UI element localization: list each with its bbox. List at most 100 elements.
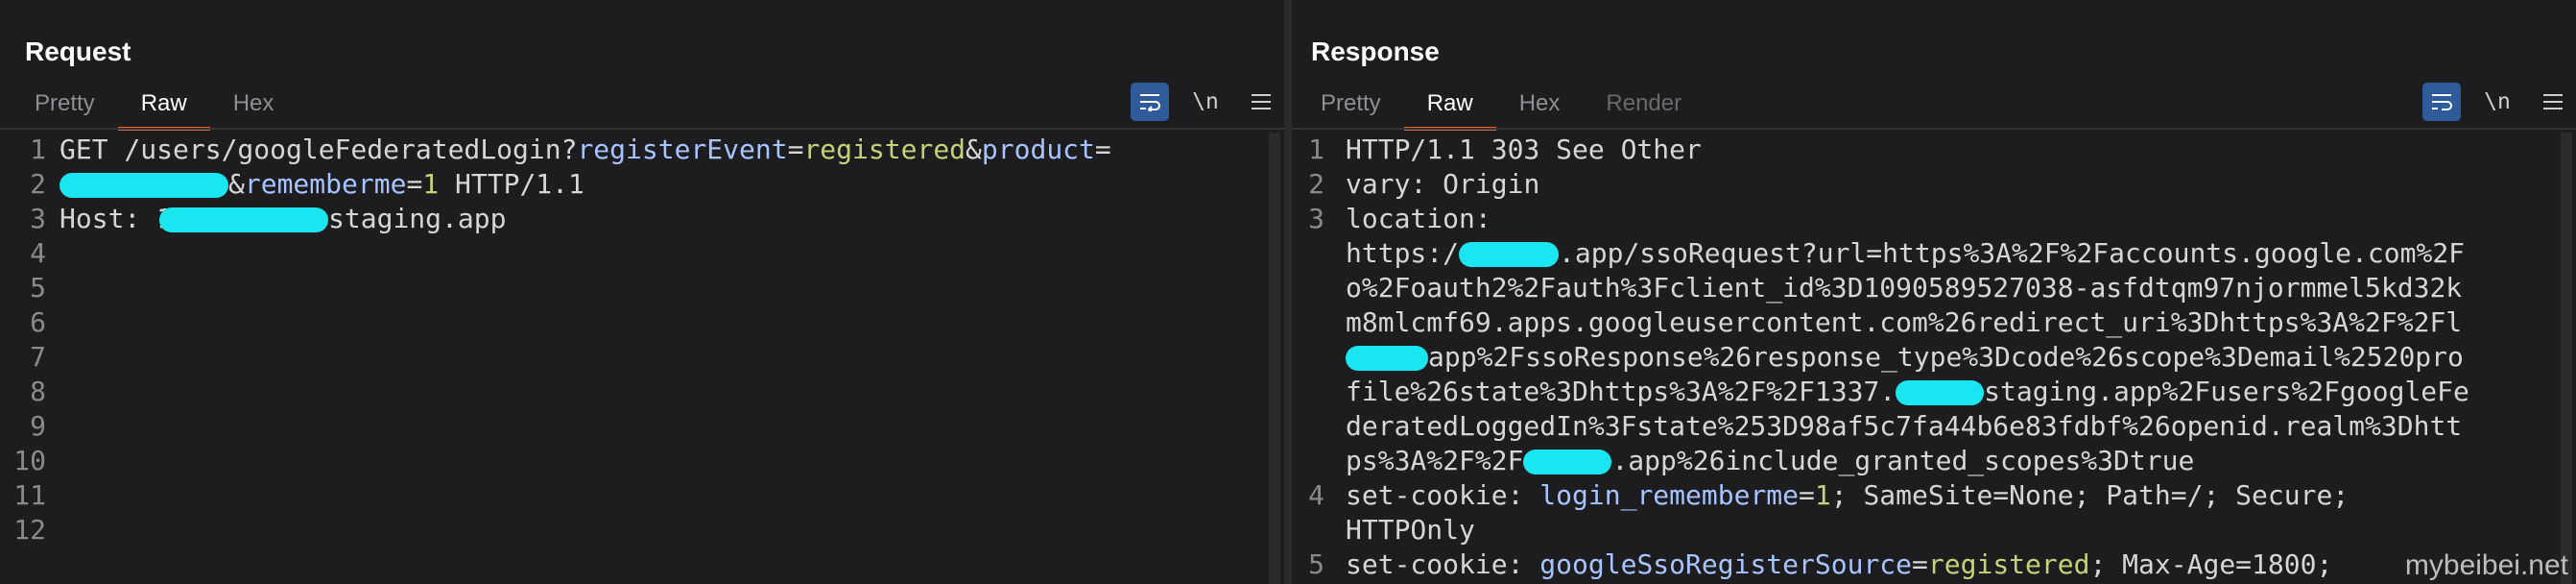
header-name: set-cookie	[1346, 479, 1508, 511]
cookie-value: 1	[1814, 479, 1831, 511]
redaction-mark	[1459, 242, 1560, 267]
wrap-lines-icon[interactable]	[2422, 83, 2461, 121]
location-value-line: o%2Foauth2%2Fauth%3Fclient_id%3D10905895…	[1346, 272, 2463, 304]
equals: =	[787, 134, 804, 165]
equals: =	[1799, 479, 1815, 511]
ampersand: &	[966, 134, 982, 165]
line-number: 3	[1308, 203, 1324, 234]
request-toolbar: \n	[1113, 83, 1280, 121]
url-fragment: https:/	[1346, 237, 1460, 269]
redaction-mark	[1896, 380, 1985, 405]
line-number: 5	[30, 272, 46, 304]
tab-hex[interactable]: Hex	[1496, 83, 1584, 127]
url-fragment: staging.app%2Fusers%2FgoogleFe	[1984, 376, 2469, 407]
wrap-lines-icon[interactable]	[1131, 83, 1169, 121]
tab-raw[interactable]: Raw	[1403, 83, 1496, 131]
redaction-mark	[1346, 346, 1428, 371]
header-value: :	[1474, 203, 1491, 234]
line-number: 5	[1308, 548, 1324, 580]
pane-divider[interactable]	[1284, 0, 1292, 584]
line-number: 1	[1308, 134, 1324, 165]
response-toolbar: \n	[2405, 83, 2572, 121]
header-line: set-cookie: login_rememberme=1; SameSite…	[1346, 478, 2553, 513]
url-fragment: ps%3A%2F%2F	[1346, 445, 1524, 476]
header-continuation: HTTPOnly	[1346, 514, 1475, 546]
tab-raw[interactable]: Raw	[117, 83, 210, 131]
cookie-value: registered	[1927, 548, 2090, 580]
header-name: vary	[1346, 168, 1411, 200]
tab-pretty[interactable]: Pretty	[1298, 83, 1404, 127]
line-number	[1292, 513, 1328, 548]
line-number: 7	[30, 341, 46, 373]
location-value-line: app%2FssoResponse%26response_type%3Dcode…	[1346, 340, 2553, 375]
response-title: Response	[1311, 36, 1440, 66]
tab-pretty[interactable]: Pretty	[12, 83, 118, 127]
line-number	[1292, 375, 1328, 409]
line-number: 2	[30, 168, 46, 200]
param-value: registered	[803, 134, 966, 165]
newline-toggle-button[interactable]: \n	[2478, 83, 2516, 121]
header-line: vary: Origin	[1346, 167, 2553, 202]
line-number: 4	[1308, 479, 1324, 511]
response-tabs: Pretty Raw Hex Render	[1298, 83, 1705, 131]
line-number	[1292, 236, 1328, 271]
line-number: 4	[30, 237, 46, 269]
separator: :	[1507, 479, 1540, 511]
param-key: product	[981, 134, 1095, 165]
http-version: HTTP/1.1	[439, 168, 584, 200]
status-line: HTTP/1.1 303 See Other	[1346, 134, 1702, 165]
line-number: 11	[13, 479, 46, 511]
separator: :	[1507, 548, 1540, 580]
line-number-gutter: 1 2 3 4 5	[1292, 133, 1328, 582]
request-editor[interactable]: 1 2 3 4 5 6 7 8 9 10 11 12 GET /users/go…	[0, 133, 1284, 584]
header-name: set-cookie	[1346, 548, 1508, 580]
line-number	[1292, 409, 1328, 444]
cookie-name: googleSsoRegisterSource	[1539, 548, 1913, 580]
line-number	[1292, 305, 1328, 340]
url-fragment: .app%26include_granted_scopes%3Dtrue	[1611, 445, 2195, 476]
location-value-line: file%26state%3Dhttps%3A%2F%2F1337. stagin…	[1346, 375, 2553, 409]
request-code: GET /users/googleFederatedLogin?register…	[60, 133, 1261, 236]
request-line: GET /users/googleFederatedLogin?register…	[60, 133, 1261, 167]
equals: =	[1912, 548, 1928, 580]
newline-toggle-button[interactable]: \n	[1186, 83, 1225, 121]
location-value-line: https:/ .app/ssoRequest?url=https%3A%2F%2…	[1346, 236, 2553, 271]
header-line: location:	[1346, 202, 2553, 236]
response-editor[interactable]: 1 2 3 4 5 HTTP/1.1 303 See Other vary: O…	[1292, 133, 2576, 584]
url-fragment: file%26state%3Dhttps%3A%2F%2F1337.	[1346, 376, 1896, 407]
line-number	[1292, 444, 1328, 478]
header-line: set-cookie: googleSsoRegisterSource=regi…	[1346, 548, 2553, 582]
tab-underline-divider	[1292, 128, 2576, 130]
param-key: rememberme	[244, 168, 407, 200]
host-header: Host: 1	[60, 203, 174, 234]
line-number	[1292, 271, 1328, 305]
hamburger-menu-icon[interactable]	[1242, 83, 1280, 121]
host-value: staging.app	[328, 203, 507, 234]
ampersand: &	[228, 168, 245, 200]
scrollbar[interactable]	[1269, 133, 1280, 584]
cookie-attributes: ; Max-Age=1800;	[2089, 548, 2333, 580]
param-value: 1	[422, 168, 440, 200]
line-number: 8	[30, 376, 46, 407]
scrollbar[interactable]	[2561, 133, 2572, 584]
tab-render[interactable]: Render	[1583, 83, 1705, 127]
url-fragment: .app/ssoRequest?url=https%3A%2F%2Faccoun…	[1559, 237, 2466, 269]
location-value-line: deratedLoggedIn%3Fstate%253D98af5c7fa44b…	[1346, 410, 2463, 442]
line-number: 3	[30, 203, 46, 234]
tab-underline-divider	[0, 128, 1284, 130]
request-tabs: Pretty Raw Hex	[12, 83, 298, 131]
line-number: 2	[1308, 168, 1324, 200]
cookie-name: login_rememberme	[1539, 479, 1800, 511]
redaction-mark	[60, 173, 228, 198]
tab-hex[interactable]: Hex	[210, 83, 298, 127]
header-name: location	[1346, 203, 1475, 234]
response-panel: Response Pretty Raw Hex Render \n 1 2 3 …	[1292, 0, 2576, 584]
location-value-line: m8mlcmf69.apps.googleusercontent.com%26r…	[1346, 306, 2463, 338]
url-fragment: app%2FssoResponse%26response_type%3Dcode…	[1428, 341, 2464, 373]
request-line: Host: 1 staging.app	[60, 202, 1261, 236]
redaction-mark	[1523, 450, 1612, 474]
line-number	[1292, 340, 1328, 375]
line-number: 12	[13, 514, 46, 546]
response-code: HTTP/1.1 303 See Other vary: Origin loca…	[1346, 133, 2553, 582]
hamburger-menu-icon[interactable]	[2534, 83, 2572, 121]
